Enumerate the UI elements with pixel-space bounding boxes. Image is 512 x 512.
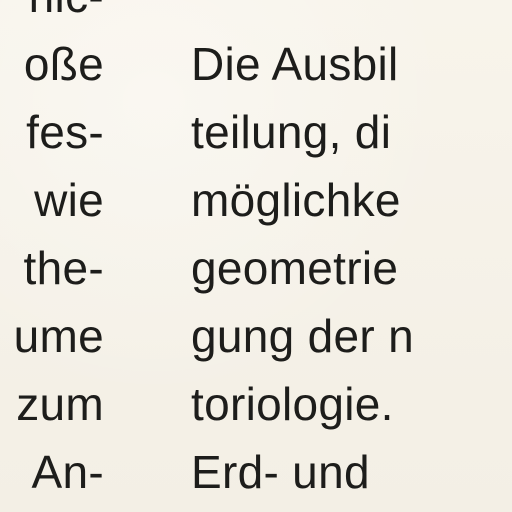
left-line-5: the- <box>23 242 104 294</box>
left-text-column: nic- oße fes- wie the- ume zum An- <box>0 0 108 512</box>
right-text-column: Die Ausbil teilung, di möglichke geometr… <box>191 0 512 512</box>
scanned-document-page: nic- oße fes- wie the- ume zum An- Die A… <box>0 0 512 512</box>
right-line-7: toriologie. <box>191 378 394 430</box>
left-line-7: zum <box>16 378 104 430</box>
left-line-8: An- <box>31 446 104 498</box>
left-line-6: ume <box>13 310 104 362</box>
right-line-6: gung der n <box>191 310 414 362</box>
left-line-3: fes- <box>26 106 104 158</box>
left-line-4: wie <box>34 174 104 226</box>
right-line-4: möglichke <box>191 174 401 226</box>
right-line-3: teilung, di <box>191 106 392 158</box>
right-line-8: Erd- und <box>191 446 370 498</box>
right-line-5: geometrie <box>191 242 399 294</box>
left-line-2: oße <box>23 38 104 90</box>
right-line-2: Die Ausbil <box>191 38 399 90</box>
left-line-1: nic- <box>29 0 104 22</box>
